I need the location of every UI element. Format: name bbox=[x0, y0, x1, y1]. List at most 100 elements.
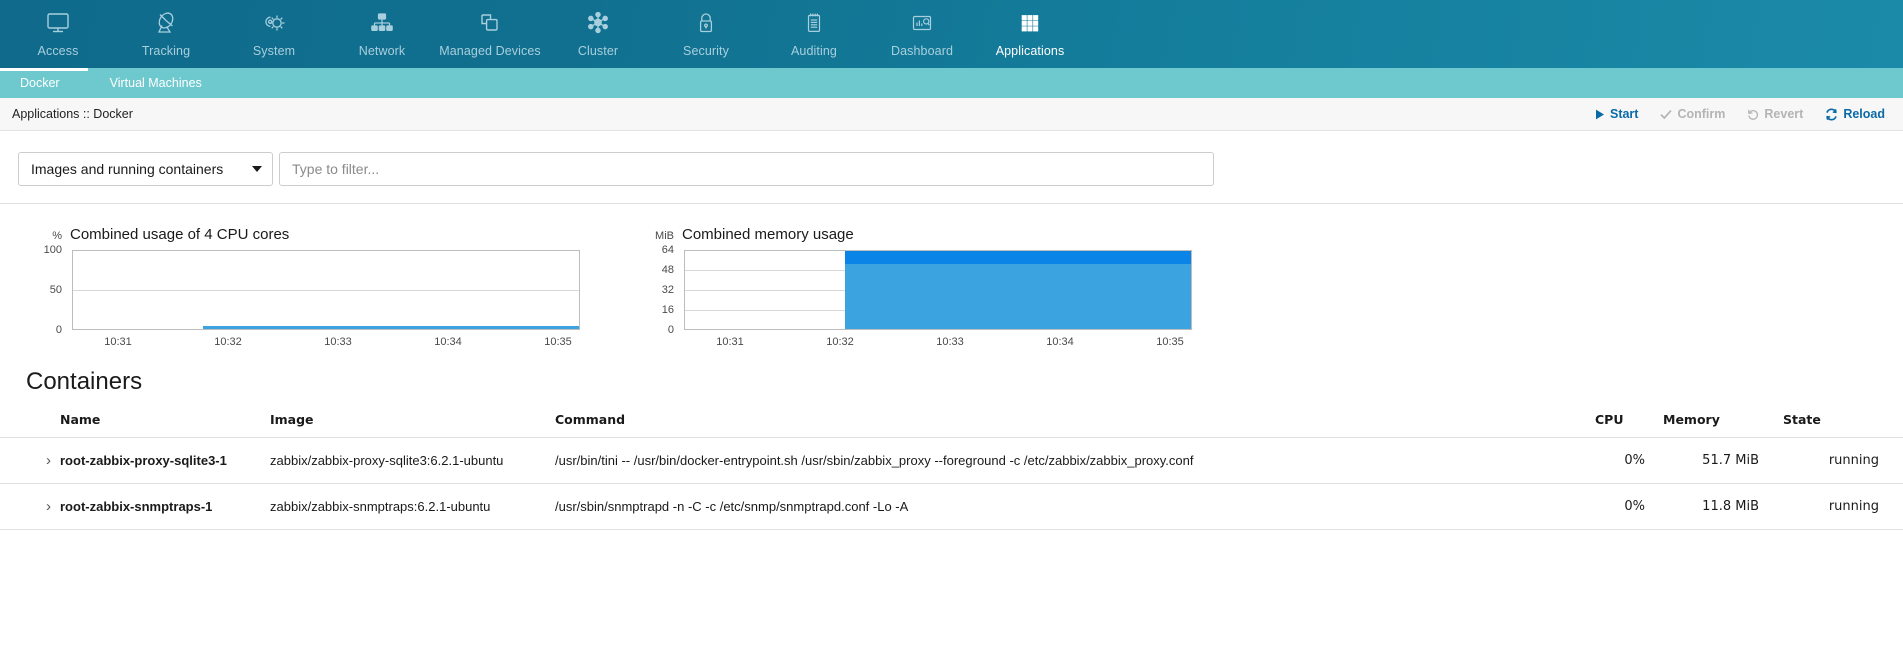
gridline bbox=[73, 290, 579, 291]
memory-y-axis: 64 48 32 16 0 bbox=[640, 244, 674, 336]
memory-plot bbox=[684, 250, 1192, 330]
nav-item-auditing[interactable]: Auditing bbox=[760, 0, 868, 68]
nav-item-managed-devices[interactable]: Managed Devices bbox=[436, 0, 544, 68]
cpu-x-tick: 10:31 bbox=[104, 336, 132, 348]
cpu-chart-unit: % bbox=[52, 230, 62, 242]
chevron-right-icon[interactable]: › bbox=[46, 499, 51, 514]
dashboard-chart-icon bbox=[908, 9, 936, 37]
nav-item-cluster[interactable]: Cluster bbox=[544, 0, 652, 68]
tab-docker[interactable]: Docker bbox=[0, 68, 88, 98]
grid-apps-icon bbox=[1016, 9, 1044, 37]
cpu-chart-header: % Combined usage of 4 CPU cores bbox=[28, 226, 640, 243]
action-label: Revert bbox=[1764, 107, 1804, 121]
cluster-nodes-icon bbox=[584, 9, 612, 37]
col-expand bbox=[0, 412, 60, 438]
col-memory[interactable]: Memory bbox=[1663, 412, 1783, 438]
view-mode-dropdown[interactable]: Images and running containers bbox=[18, 152, 273, 186]
nav-label: Managed Devices bbox=[439, 44, 541, 58]
tab-label: Docker bbox=[20, 76, 60, 90]
action-label: Confirm bbox=[1677, 107, 1726, 121]
revert-button[interactable]: Revert bbox=[1747, 107, 1803, 121]
containers-table: Name Image Command CPU Memory State › ro… bbox=[0, 412, 1903, 530]
undo-icon bbox=[1747, 108, 1759, 120]
nav-label: Applications bbox=[995, 44, 1065, 58]
nav-item-tracking[interactable]: Tracking bbox=[112, 0, 220, 68]
nav-label: Dashboard bbox=[890, 44, 954, 58]
filter-input[interactable] bbox=[279, 152, 1214, 186]
nav-item-access[interactable]: Access bbox=[4, 0, 112, 68]
memory-x-tick: 10:32 bbox=[826, 336, 854, 348]
col-command[interactable]: Command bbox=[555, 412, 1595, 438]
cell-cpu: 0% bbox=[1595, 483, 1663, 530]
memory-y-tick: 48 bbox=[661, 264, 674, 276]
cpu-x-tick: 10:35 bbox=[544, 336, 572, 348]
nav-label: Access bbox=[37, 44, 79, 58]
col-image[interactable]: Image bbox=[270, 412, 555, 438]
filter-row: Images and running containers bbox=[0, 131, 1903, 193]
memory-chart-title: Combined memory usage bbox=[682, 226, 854, 243]
cpu-chart: % Combined usage of 4 CPU cores 100 50 0… bbox=[0, 226, 640, 348]
table-header: Name Image Command CPU Memory State bbox=[0, 412, 1903, 438]
memory-y-tick: 16 bbox=[661, 304, 674, 316]
nav-label: Cluster bbox=[577, 44, 619, 58]
nav-label: Network bbox=[358, 44, 406, 58]
memory-series-upper bbox=[845, 251, 1191, 264]
cell-memory: 51.7 MiB bbox=[1663, 437, 1783, 484]
table-row[interactable]: › root-zabbix-proxy-sqlite3-1 zabbix/zab… bbox=[0, 437, 1903, 484]
action-label: Start bbox=[1609, 107, 1639, 121]
memory-x-tick: 10:34 bbox=[1046, 336, 1074, 348]
breadcrumb: Applications :: Docker bbox=[12, 107, 133, 121]
cpu-series-area bbox=[203, 326, 579, 329]
cpu-y-tick: 0 bbox=[55, 324, 62, 336]
play-icon bbox=[1595, 109, 1605, 120]
nav-item-security[interactable]: Security bbox=[652, 0, 760, 68]
nav-label: Auditing bbox=[791, 44, 837, 58]
memory-chart: MiB Combined memory usage 64 48 32 16 0 bbox=[640, 226, 1280, 348]
monitor-icon bbox=[44, 9, 72, 37]
cpu-x-tick: 10:34 bbox=[434, 336, 462, 348]
refresh-icon bbox=[1825, 108, 1838, 121]
col-state[interactable]: State bbox=[1783, 412, 1903, 438]
table-header-row: Name Image Command CPU Memory State bbox=[0, 412, 1903, 438]
nav-item-applications[interactable]: Applications bbox=[976, 0, 1084, 68]
cpu-x-tick: 10:33 bbox=[324, 336, 352, 348]
memory-chart-unit: MiB bbox=[655, 230, 674, 242]
col-cpu[interactable]: CPU bbox=[1595, 412, 1663, 438]
start-button[interactable]: Start bbox=[1595, 107, 1638, 121]
chevron-right-icon[interactable]: › bbox=[46, 453, 51, 468]
tab-virtual-machines[interactable]: Virtual Machines bbox=[88, 68, 218, 98]
nav-item-dashboard[interactable]: Dashboard bbox=[868, 0, 976, 68]
memory-series-lower bbox=[845, 264, 1191, 329]
table-body: › root-zabbix-proxy-sqlite3-1 zabbix/zab… bbox=[0, 437, 1903, 530]
action-buttons: Start Confirm Revert Reload bbox=[1595, 107, 1885, 121]
gears-icon bbox=[260, 9, 288, 37]
col-name[interactable]: Name bbox=[60, 412, 270, 438]
cell-image: zabbix/zabbix-snmptraps:6.2.1-ubuntu bbox=[270, 483, 555, 530]
nav-item-system[interactable]: System bbox=[220, 0, 328, 68]
cell-name: root-zabbix-snmptraps-1 bbox=[60, 483, 270, 530]
table-row[interactable]: › root-zabbix-snmptraps-1 zabbix/zabbix-… bbox=[0, 483, 1903, 530]
cpu-y-tick: 50 bbox=[49, 284, 62, 296]
padlock-icon bbox=[692, 9, 720, 37]
charts-area: % Combined usage of 4 CPU cores 100 50 0… bbox=[0, 204, 1903, 348]
breadcrumb-action-bar: Applications :: Docker Start Confirm Rev… bbox=[0, 98, 1903, 131]
tab-label: Virtual Machines bbox=[109, 76, 202, 90]
nav-label: Security bbox=[683, 44, 729, 58]
memory-x-tick: 10:33 bbox=[936, 336, 964, 348]
cpu-y-tick: 100 bbox=[43, 244, 62, 256]
memory-plot-wrap: 64 48 32 16 0 10:31 10:32 10:33 10:34 10… bbox=[640, 244, 1280, 348]
nav-item-network[interactable]: Network bbox=[328, 0, 436, 68]
reload-button[interactable]: Reload bbox=[1825, 107, 1885, 121]
memory-chart-header: MiB Combined memory usage bbox=[640, 226, 1280, 243]
confirm-button[interactable]: Confirm bbox=[1660, 107, 1725, 121]
action-label: Reload bbox=[1843, 107, 1885, 121]
nav-label: System bbox=[252, 44, 296, 58]
memory-x-tick: 10:35 bbox=[1156, 336, 1184, 348]
cell-memory: 11.8 MiB bbox=[1663, 483, 1783, 530]
memory-x-tick: 10:31 bbox=[716, 336, 744, 348]
cpu-plot-wrap: 100 50 0 10:31 10:32 10:33 10:34 10:35 bbox=[28, 244, 640, 348]
memory-y-tick: 64 bbox=[661, 244, 674, 256]
cpu-y-axis: 100 50 0 bbox=[28, 244, 62, 336]
nav-label: Tracking bbox=[141, 44, 191, 58]
cpu-plot bbox=[72, 250, 580, 330]
